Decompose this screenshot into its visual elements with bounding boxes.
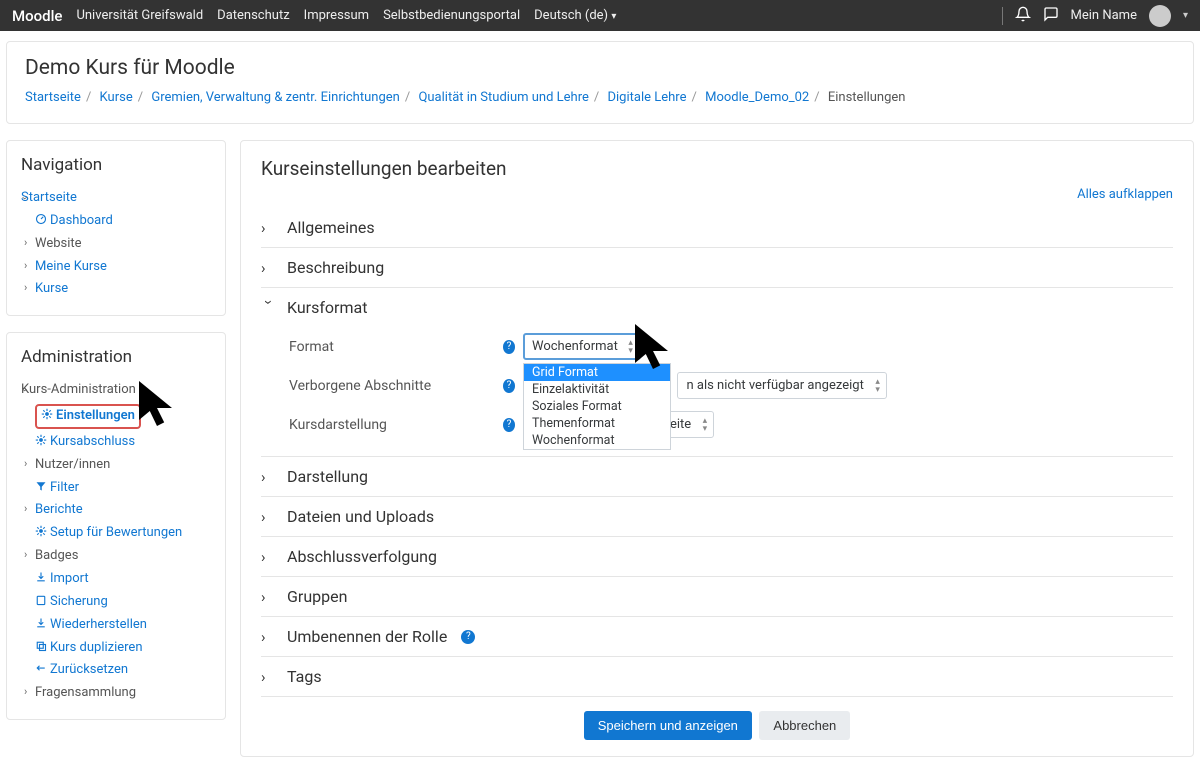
copy-icon [35,640,47,652]
format-label: Format [289,339,499,355]
section-tags[interactable]: › Tags [261,667,1173,686]
chevron-down-icon[interactable]: ▾ [1183,10,1188,21]
main-heading: Kurseinstellungen bearbeiten [261,157,1173,180]
restore-icon [35,617,47,629]
section-dateien[interactable]: › Dateien und Uploads [261,507,1173,526]
avatar[interactable] [1149,5,1171,27]
updown-icon: ▴▾ [703,417,708,433]
chevron-right-icon: › [261,468,277,486]
admin-block-title: Administration [21,347,211,367]
topbar-link[interactable]: Datenschutz [217,8,289,23]
help-icon[interactable]: ? [461,630,475,644]
chevron-right-icon: › [261,588,277,606]
backup-icon [35,594,47,606]
section-umbenennen[interactable]: › Umbenennen der Rolle ? [261,627,1173,646]
breadcrumb-link[interactable]: Moodle_Demo_02 [705,90,809,105]
save-button[interactable]: Speichern und anzeigen [584,711,752,740]
reset-icon [35,662,47,674]
chevron-right-icon: › [261,508,277,526]
admin-item-badges[interactable]: Badges [21,545,211,568]
admin-item-zuruecksetzen[interactable]: Zurücksetzen [21,659,211,682]
admin-item-nutzer[interactable]: Nutzer/innen [21,454,211,477]
chevron-down-icon: › [260,300,278,316]
admin-block: Administration Kurs-Administration Einst… [6,332,226,720]
chevron-down-icon: ▾ [611,11,616,22]
format-option[interactable]: Themenformat [524,415,670,432]
breadcrumb-link[interactable]: Digitale Lehre [607,90,686,105]
admin-item-berichte[interactable]: Berichte [21,499,211,522]
page-header: Demo Kurs für Moodle Startseite/ Kurse/ … [6,41,1194,124]
divider [1002,7,1003,25]
cancel-button[interactable]: Abbrechen [759,711,850,740]
chevron-right-icon: › [261,548,277,566]
brand-logo[interactable]: Moodle [12,7,62,25]
admin-item-einstellungen[interactable]: Einstellungen [21,402,211,431]
nav-block-title: Navigation [21,155,211,175]
topbar-link[interactable]: Selbstbedienungsportal [383,8,520,23]
chat-icon[interactable] [1043,6,1059,26]
breadcrumb-current: Einstellungen [828,90,906,105]
help-icon[interactable]: ? [503,340,515,354]
section-allgemeines[interactable]: › Allgemeines [261,218,1173,237]
updown-icon: ▴▾ [628,339,633,355]
nav-item-meine-kurse[interactable]: Meine Kurse [21,256,211,279]
admin-item-kursabschluss[interactable]: Kursabschluss [21,431,211,454]
section-beschreibung[interactable]: › Beschreibung [261,258,1173,277]
username-label[interactable]: Mein Name [1071,8,1137,23]
breadcrumb-link[interactable]: Startseite [25,90,81,105]
topbar-links: Universität Greifswald Datenschutz Impre… [76,8,1001,23]
kursdarstellung-label: Kursdarstellung [289,417,499,433]
format-option[interactable]: Einzelaktivität [524,381,670,398]
bell-icon[interactable] [1015,6,1031,26]
chevron-right-icon: › [261,628,277,646]
nav-block: Navigation Startseite Dashboard Website … [6,140,226,316]
format-option[interactable]: Grid Format [524,364,670,381]
topbar-link[interactable]: Impressum [304,8,369,23]
section-kursformat[interactable]: › Kursformat [261,298,1173,317]
import-icon [35,571,47,583]
topbar-link[interactable]: Universität Greifswald [76,8,203,23]
filter-icon [35,480,47,492]
admin-item-import[interactable]: Import [21,568,211,591]
verborgene-select[interactable]: n als nicht verfügbar angezeigt ▴▾ [677,372,886,399]
main-content: Kurseinstellungen bearbeiten Alles aufkl… [240,140,1194,757]
format-option[interactable]: Soziales Format [524,398,670,415]
language-dropdown[interactable]: Deutsch (de) ▾ [534,8,616,23]
nav-item-kurse[interactable]: Kurse [21,278,211,301]
format-select[interactable]: Wochenformat ▴▾ [523,333,641,360]
chevron-right-icon: › [261,219,277,237]
breadcrumb-link[interactable]: Qualität in Studium und Lehre [418,90,588,105]
help-icon[interactable]: ? [503,418,515,432]
updown-icon: ▴▾ [875,378,880,394]
admin-item-filter[interactable]: Filter [21,477,211,500]
admin-item-duplizieren[interactable]: Kurs duplizieren [21,637,211,660]
admin-item-wiederherstellen[interactable]: Wiederherstellen [21,614,211,637]
verborgene-label: Verborgene Abschnitte [289,378,499,394]
nav-item-startseite[interactable]: Startseite [21,187,211,210]
breadcrumb: Startseite/ Kurse/ Gremien, Verwaltung &… [25,90,1175,105]
breadcrumb-link[interactable]: Gremien, Verwaltung & zentr. Einrichtung… [151,90,399,105]
page-title: Demo Kurs für Moodle [25,56,1175,80]
topbar: Moodle Universität Greifswald Datenschut… [0,0,1200,31]
format-dropdown: Grid Format Einzelaktivität Soziales For… [523,363,671,450]
section-gruppen[interactable]: › Gruppen [261,587,1173,606]
admin-root[interactable]: Kurs-Administration [21,379,211,402]
chevron-right-icon: › [261,259,277,277]
gear-icon [41,408,53,420]
admin-item-fragensammlung[interactable]: Fragensammlung [21,682,211,705]
admin-item-setup-bewertungen[interactable]: Setup für Bewertungen [21,522,211,545]
gear-icon [35,525,47,537]
breadcrumb-link[interactable]: Kurse [100,90,133,105]
admin-item-sicherung[interactable]: Sicherung [21,591,211,614]
gear-icon [35,434,47,446]
dashboard-icon [35,213,47,225]
expand-all-link[interactable]: Alles aufklappen [1077,187,1173,202]
nav-item-website[interactable]: Website [21,233,211,256]
section-darstellung[interactable]: › Darstellung [261,467,1173,486]
section-abschluss[interactable]: › Abschlussverfolgung [261,547,1173,566]
chevron-right-icon: › [261,668,277,686]
nav-item-dashboard[interactable]: Dashboard [21,210,211,233]
help-icon[interactable]: ? [503,379,515,393]
format-option[interactable]: Wochenformat [524,432,670,449]
